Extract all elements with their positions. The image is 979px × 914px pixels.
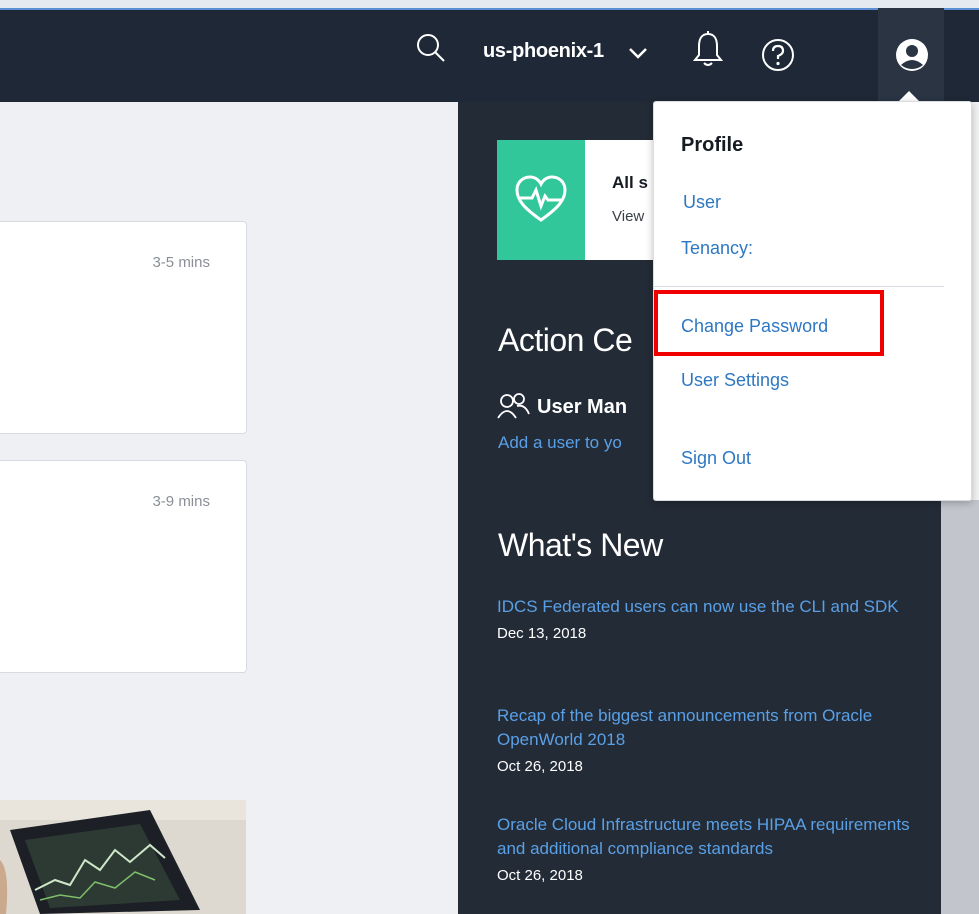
- card-duration: 3-9 mins: [152, 493, 210, 510]
- news-link[interactable]: IDCS Federated users can now use the CLI…: [497, 595, 917, 619]
- news-item: Oracle Cloud Infrastructure meets HIPAA …: [497, 813, 917, 884]
- whats-new-title: What's New: [498, 527, 663, 563]
- add-user-link[interactable]: Add a user to yo: [498, 433, 622, 453]
- featured-image: [0, 800, 246, 914]
- bell-icon[interactable]: [692, 30, 724, 68]
- users-icon: [497, 393, 530, 419]
- highlight-box: [654, 290, 884, 356]
- scrollbar-thumb[interactable]: [941, 500, 979, 914]
- news-date: Oct 26, 2018: [497, 867, 583, 884]
- news-link[interactable]: Oracle Cloud Infrastructure meets HIPAA …: [497, 813, 917, 861]
- tenancy-link[interactable]: Tenancy:: [681, 238, 753, 259]
- news-item: Recap of the biggest announcements from …: [497, 704, 917, 775]
- news-item: IDCS Federated users can now use the CLI…: [497, 595, 917, 642]
- status-link[interactable]: View: [612, 208, 644, 225]
- region-selector[interactable]: us-phoenix-1: [483, 40, 604, 63]
- chevron-down-icon[interactable]: [628, 46, 648, 60]
- card-duration: 3-5 mins: [152, 254, 210, 271]
- search-icon[interactable]: [415, 32, 447, 64]
- user-settings-link[interactable]: User Settings: [681, 370, 789, 391]
- top-strip: [0, 0, 979, 8]
- status-icon-tile: [497, 140, 585, 260]
- menu-divider: [654, 286, 944, 287]
- profile-menu-title: Profile: [681, 134, 744, 156]
- news-link[interactable]: Recap of the biggest announcements from …: [497, 704, 917, 752]
- user-avatar-icon[interactable]: [895, 38, 929, 72]
- heart-pulse-icon: [515, 175, 567, 222]
- news-date: Oct 26, 2018: [497, 758, 583, 775]
- status-title: All s: [612, 173, 648, 192]
- quickstart-card[interactable]: 3-9 mins: [0, 460, 247, 673]
- news-date: Dec 13, 2018: [497, 625, 587, 642]
- help-icon[interactable]: [761, 38, 795, 72]
- system-status-card[interactable]: All s View: [497, 140, 667, 260]
- sign-out-link[interactable]: Sign Out: [681, 448, 751, 469]
- action-center-title: Action Ce: [498, 322, 633, 358]
- user-link[interactable]: User: [683, 192, 721, 213]
- user-management-title: User Man: [537, 396, 628, 418]
- quickstart-card[interactable]: 3-5 mins: [0, 221, 247, 434]
